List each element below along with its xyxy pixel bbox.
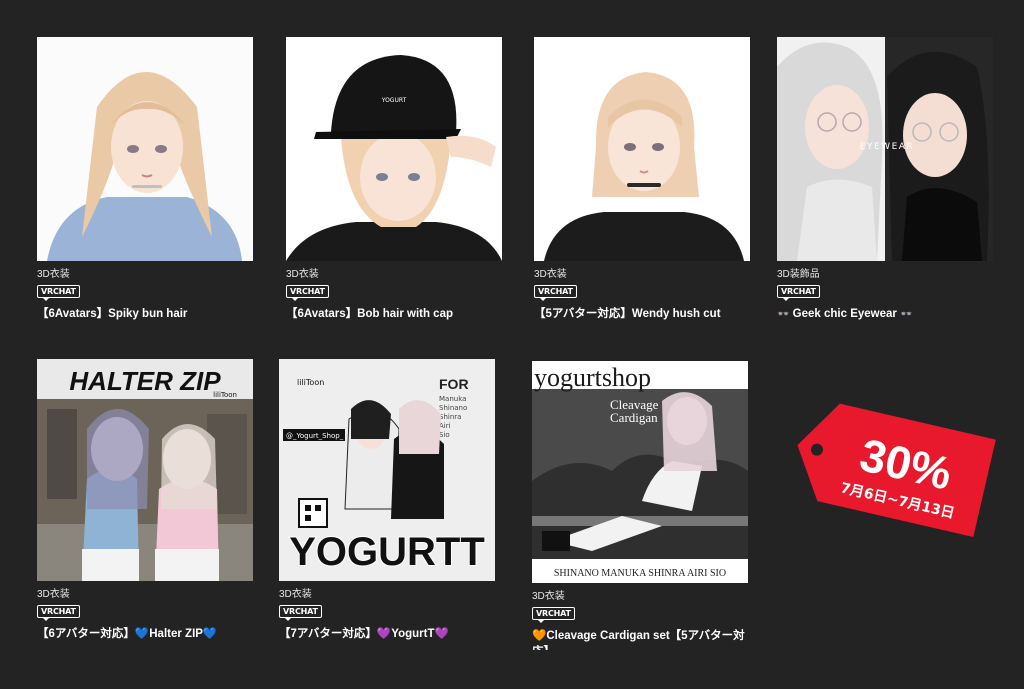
product-thumbnail[interactable]: yogurtshop Cleavage Cardigan SHINANO MAN… — [532, 361, 748, 583]
product-card[interactable]: EYEWEAR 3D装飾品 VRCHAT 👓 Geek chic Eyewear… — [777, 37, 995, 323]
product-title[interactable]: 【6Avatars】Bob hair with cap — [286, 306, 504, 322]
product-card[interactable]: liliToon FOR Manuka Shinano Shinra Airi … — [279, 359, 497, 642]
vrchat-badge: VRCHAT — [286, 285, 329, 301]
product-card[interactable]: yogurtshop Cleavage Cardigan SHINANO MAN… — [532, 361, 750, 650]
sale-tag: 30% 7月6日~7月13日 — [788, 388, 1006, 538]
product-title[interactable]: 👓 Geek chic Eyewear 👓 — [777, 306, 995, 323]
vrchat-badge: VRCHAT — [534, 285, 577, 301]
product-title-text: Geek chic Eyewear — [792, 308, 897, 320]
eyewear-text: EYEWEAR — [860, 142, 914, 152]
cap-logo-text: YOGURT — [381, 97, 407, 104]
product-thumbnail[interactable] — [37, 37, 253, 261]
product-title[interactable]: 🧡Cleavage Cardigan set【5アバター対応】 — [532, 628, 750, 650]
glasses-icon: 👓 — [900, 309, 913, 320]
product-category: 3D装飾品 — [777, 269, 820, 280]
product-thumbnail[interactable] — [534, 37, 750, 261]
avatar-name: Airi — [439, 422, 451, 430]
product-category: 3D衣装 — [534, 269, 567, 280]
product-thumbnail[interactable]: liliToon FOR Manuka Shinano Shinra Airi … — [279, 359, 495, 581]
product-title[interactable]: 【5アバター対応】Wendy hush cut — [534, 306, 752, 322]
avatar-name: Manuka — [439, 395, 466, 403]
product-category: 3D衣装 — [532, 591, 565, 602]
product-card[interactable]: YOGURT 3D衣装 VRCHAT 【6Avatars】Bob hair wi… — [286, 37, 504, 322]
product-category: 3D衣装 — [286, 269, 319, 280]
glasses-icon: 👓 — [777, 309, 790, 320]
vrchat-badge: VRCHAT — [777, 285, 820, 301]
vrchat-badge: VRCHAT — [37, 285, 80, 301]
product-category: 3D衣装 — [279, 589, 312, 600]
liltoon-logo: liliToon — [297, 378, 324, 387]
product-title[interactable]: 【7アバター対応】💜YogurtT💜 — [279, 626, 497, 642]
for-text: FOR — [439, 376, 469, 392]
product-thumbnail[interactable]: HALTER ZIP liliToon — [37, 359, 253, 581]
halter-zip-text: HALTER ZIP — [69, 366, 221, 396]
cardigan-text: Cardigan — [610, 410, 658, 425]
vrchat-badge: VRCHAT — [279, 605, 322, 621]
yogurtt-text: YOGURTT — [289, 530, 485, 574]
vrchat-badge: VRCHAT — [532, 607, 575, 623]
avatar-name: Sio — [439, 431, 450, 439]
vrchat-badge: VRCHAT — [37, 605, 80, 621]
yogurtshop-text: yogurtshop — [534, 363, 651, 392]
liltoon-logo: liliToon — [213, 391, 237, 399]
product-title[interactable]: 【6Avatars】Spiky bun hair — [37, 306, 255, 322]
product-card[interactable]: 3D衣装 VRCHAT 【6Avatars】Spiky bun hair — [37, 37, 255, 322]
avatar-list-text: SHINANO MANUKA SHINRA AIRI SIO — [554, 568, 726, 579]
product-title[interactable]: 【6アバター対応】💙Halter ZIP💙 — [37, 626, 255, 642]
product-card[interactable]: 3D衣装 VRCHAT 【5アバター対応】Wendy hush cut — [534, 37, 752, 322]
avatar-name: Shinra — [439, 413, 461, 421]
product-card[interactable]: HALTER ZIP liliToon 3D衣装 VRCHAT 【6アバター対応… — [37, 359, 255, 642]
product-category: 3D衣装 — [37, 589, 70, 600]
avatar-name: Shinano — [439, 404, 467, 412]
product-category: 3D衣装 — [37, 269, 70, 280]
shop-tag: @_Yogurt_Shop_ — [286, 432, 344, 440]
product-thumbnail[interactable]: EYEWEAR — [777, 37, 993, 261]
product-thumbnail[interactable]: YOGURT — [286, 37, 502, 261]
